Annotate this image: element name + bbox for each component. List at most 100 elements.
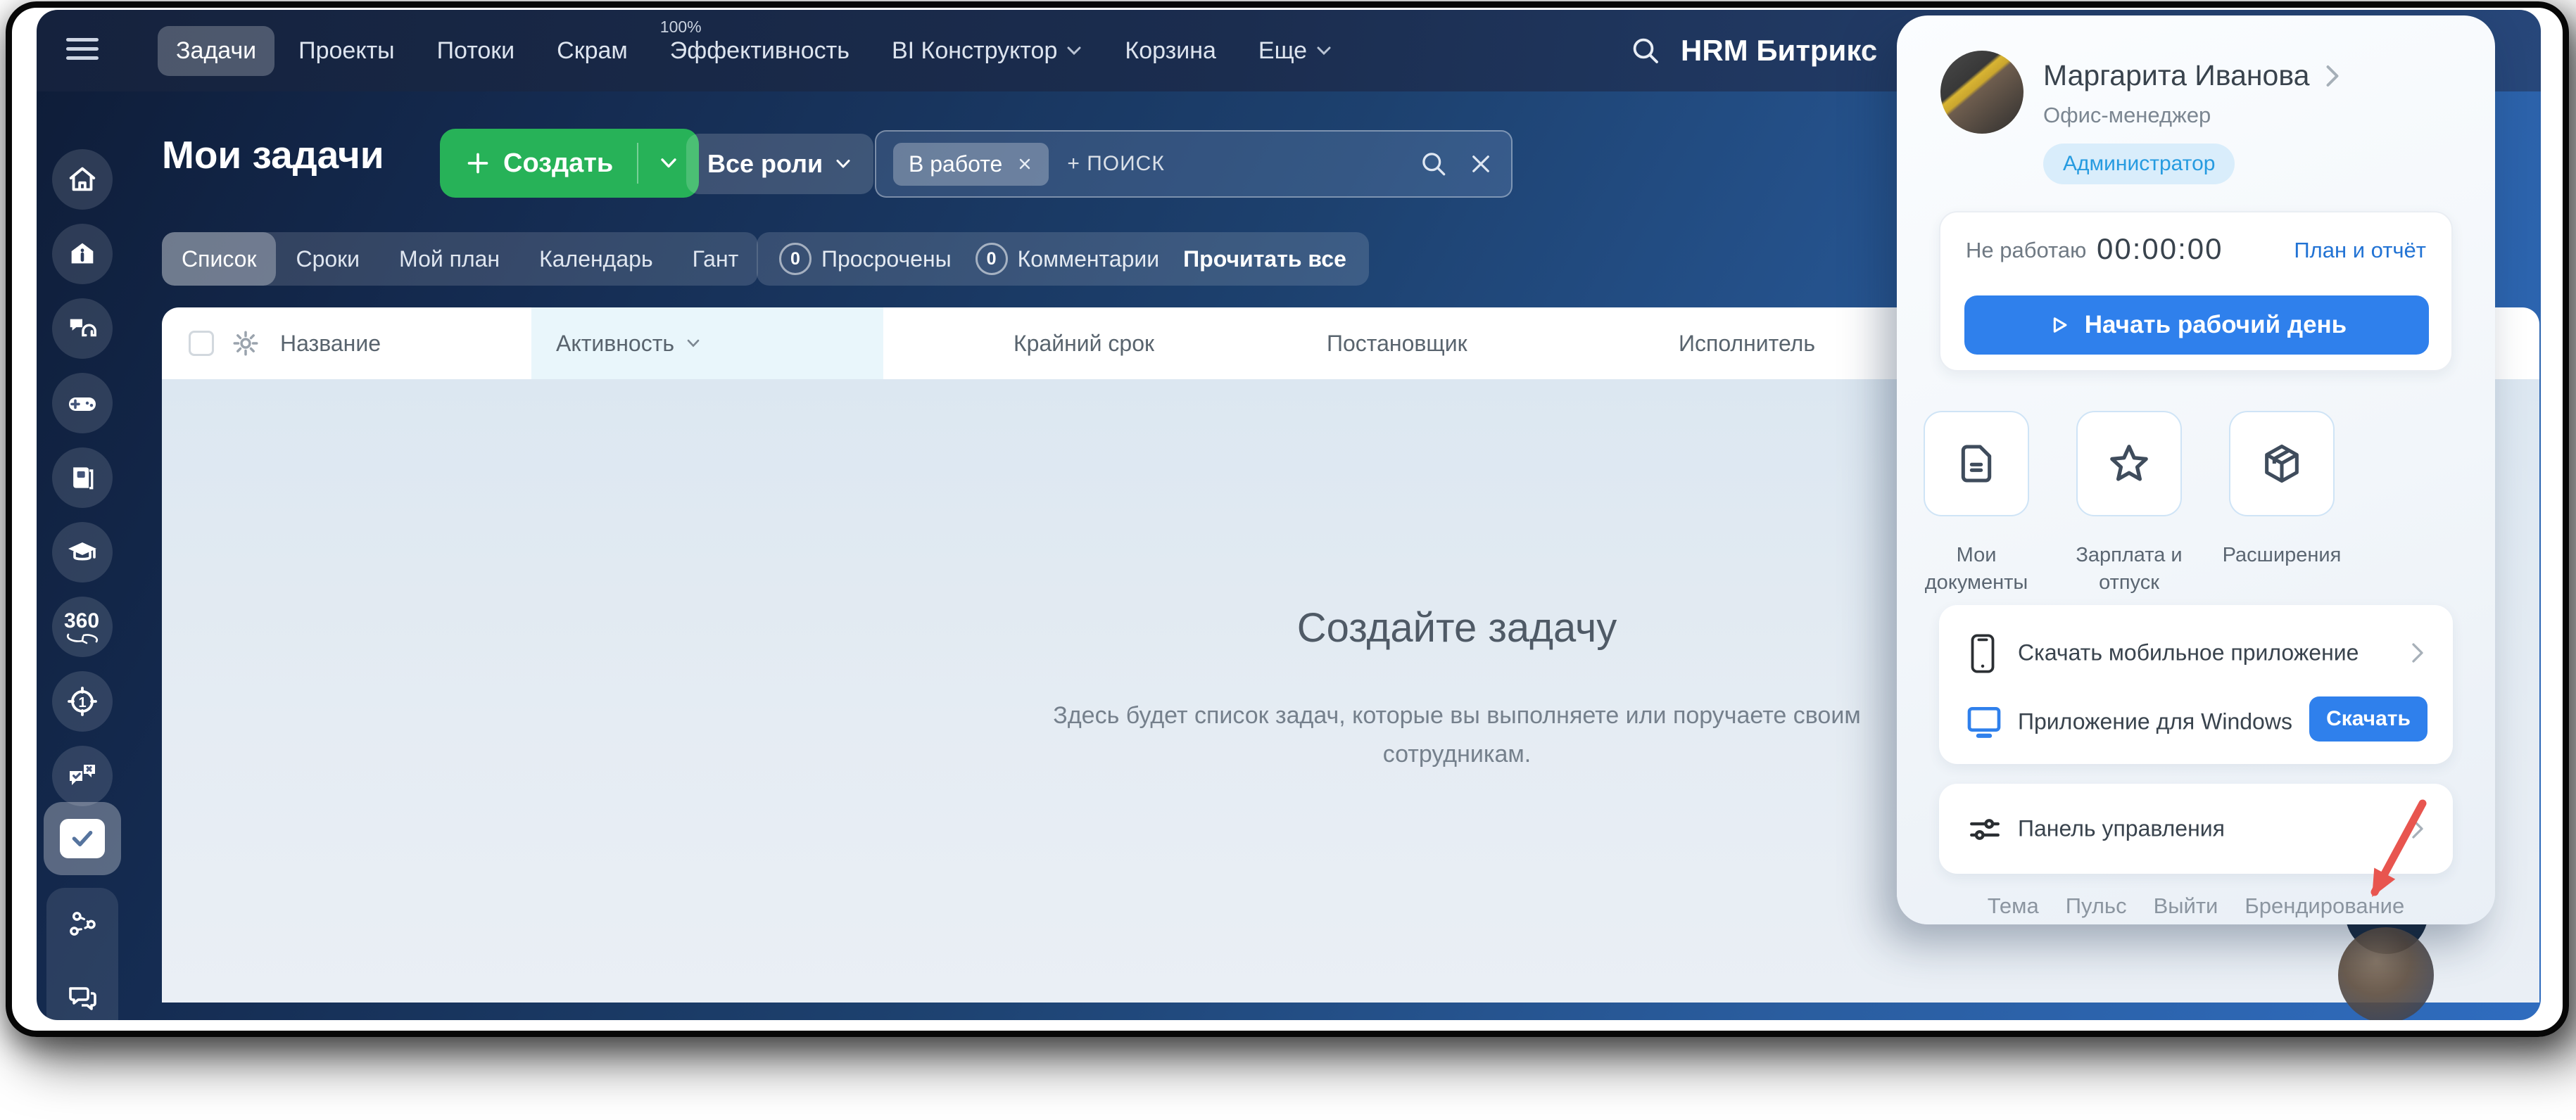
tile-label: Мои документы (1902, 542, 2050, 597)
column-header-name[interactable]: Название (280, 307, 381, 379)
nav-tab-tasks[interactable]: Задачи (158, 26, 274, 76)
sidebar-item-knowledge-base[interactable] (52, 447, 113, 508)
logout-link[interactable]: Выйти (2154, 893, 2218, 919)
sidebar-item-goals[interactable]: 1 (52, 671, 113, 732)
start-workday-button[interactable]: Начать рабочий день (1964, 295, 2429, 355)
sidebar-item-360-feedback[interactable]: 360 (52, 597, 113, 657)
sidebar-item-gamification[interactable] (52, 373, 113, 433)
portal-title: HRM Битрикс (1681, 34, 1877, 68)
tab-gantt[interactable]: Гант (673, 232, 759, 286)
tile-extensions[interactable] (2229, 411, 2335, 516)
tile-label: Зарплата и отпуск (2055, 542, 2203, 597)
apps-card: Скачать мобильное приложение Приложение … (1939, 605, 2453, 764)
tab-deadlines[interactable]: Сроки (276, 232, 379, 286)
hamburger-menu-icon[interactable] (66, 32, 99, 65)
plan-report-link[interactable]: План и отчёт (2294, 238, 2426, 263)
gamepad-icon (65, 386, 99, 420)
chevron-down-icon (659, 157, 678, 170)
comments-count-badge: 0 (976, 243, 1008, 275)
svg-text:1: 1 (78, 695, 86, 711)
overdue-count-badge: 0 (779, 243, 812, 275)
nav-tab-projects[interactable]: Проекты (280, 26, 412, 76)
counter-comments[interactable]: 0 Комментарии (976, 243, 1160, 275)
tab-my-plan[interactable]: Мой план (379, 232, 519, 286)
chevron-right-icon (2323, 62, 2342, 90)
education-icon (65, 535, 99, 569)
tile-salary-vacation[interactable] (2076, 411, 2182, 516)
admin-panel-card[interactable]: Панель управления (1939, 784, 2453, 874)
sidebar-group (46, 888, 118, 1120)
sidebar-item-tasks-active[interactable] (44, 802, 121, 875)
admin-panel-label: Панель управления (2018, 816, 2225, 842)
chevron-down-icon (1066, 45, 1082, 56)
search-icon[interactable] (1629, 34, 1662, 68)
column-header-assignee[interactable]: Исполнитель (1679, 307, 1815, 379)
sidebar-item-company-info[interactable] (52, 224, 113, 284)
search-icon[interactable] (1418, 148, 1449, 179)
chat-avatar[interactable] (2338, 927, 2434, 1023)
page-title: Мои задачи (162, 132, 384, 177)
nav-tab-efficiency[interactable]: 100% Эффективность (652, 26, 868, 76)
column-header-activity[interactable]: Активность (556, 307, 701, 379)
chevron-down-icon (834, 158, 852, 170)
sidebar-item-news-feed[interactable] (46, 1034, 118, 1107)
user-name[interactable]: Маргарита Иванова (2043, 59, 2342, 92)
play-icon (2047, 313, 2071, 337)
task-counters: 0 Просрочены 0 Комментарии Прочитать все (757, 232, 1369, 286)
grid-settings-gear-icon[interactable] (231, 329, 260, 358)
star-icon (2106, 440, 2152, 487)
filter-chip-in-progress[interactable]: В работе (893, 143, 1049, 186)
nav-tab-flows[interactable]: Потоки (419, 26, 533, 76)
column-header-creator[interactable]: Постановщик (1327, 307, 1467, 379)
search-placeholder[interactable]: + ПОИСК (1067, 152, 1164, 176)
mobile-app-row[interactable]: Скачать мобильное приложение (1939, 625, 2453, 681)
worktime-card: Не работаю 00:00:00 План и отчёт Начать … (1939, 211, 2453, 371)
tab-calendar[interactable]: Календарь (519, 232, 673, 286)
create-task-button[interactable]: Создать (440, 129, 699, 198)
efficiency-percent-label: 100% (660, 18, 702, 37)
select-all-checkbox[interactable] (189, 331, 214, 356)
share-icon (66, 908, 99, 941)
home-icon (66, 163, 99, 196)
monitor-icon (1964, 702, 2004, 742)
pulse-link[interactable]: Пульс (2066, 893, 2127, 919)
plus-icon (464, 149, 492, 177)
phone-icon (1970, 633, 1995, 674)
nav-tab-bi-builder[interactable]: BI Конструктор (873, 26, 1101, 76)
admin-badge[interactable]: Администратор (2043, 144, 2235, 184)
nav-tab-scrum[interactable]: Скрам (538, 26, 646, 76)
tile-my-documents[interactable] (1924, 411, 2029, 516)
sidebar-item-education[interactable] (52, 522, 113, 583)
sidebar-item-home[interactable] (52, 149, 113, 210)
view-tabs: Список Сроки Мой план Календарь Гант (162, 232, 758, 286)
user-avatar[interactable] (1940, 51, 2023, 134)
roles-filter-button[interactable]: Все роли (686, 134, 873, 194)
rotate-arrows-icon (64, 632, 101, 644)
sidebar-item-support[interactable] (52, 298, 113, 359)
empty-state-description: Здесь будет список задач, которые вы вып… (985, 696, 1928, 774)
theme-link[interactable]: Тема (1988, 893, 2039, 919)
windows-app-row[interactable]: Приложение для Windows Скачать (1939, 694, 2453, 750)
counter-overdue[interactable]: 0 Просрочены (779, 243, 952, 275)
sidebar-item-share[interactable] (46, 888, 118, 961)
profile-popup: Маргарита Иванова Офис-менеджер Админист… (1897, 15, 2495, 924)
branding-link[interactable]: Брендирование (2244, 893, 2404, 919)
column-header-deadline[interactable]: Крайний срок (1014, 307, 1154, 379)
messenger-icon (65, 981, 99, 1014)
tab-list[interactable]: Список (162, 232, 276, 286)
support-chat-icon (66, 312, 99, 345)
user-role: Офис-менеджер (2043, 103, 2211, 128)
sidebar-item-messenger[interactable] (46, 961, 118, 1034)
chip-remove-icon[interactable] (1016, 155, 1033, 172)
document-icon (1954, 441, 1999, 486)
nav-tab-more[interactable]: Еще (1240, 26, 1351, 76)
search-filter-bar[interactable]: В работе + ПОИСК (875, 130, 1513, 198)
read-all-button[interactable]: Прочитать все (1183, 246, 1346, 272)
download-windows-button[interactable]: Скачать (2309, 696, 2427, 742)
sort-chevron-icon (686, 338, 701, 348)
sidebar-item-moderation[interactable] (52, 746, 113, 806)
clear-filter-icon[interactable] (1467, 151, 1494, 177)
nav-tab-recycle-bin[interactable]: Корзина (1106, 26, 1235, 76)
box-icon (2259, 441, 2304, 486)
chevron-right-icon (2409, 639, 2426, 667)
